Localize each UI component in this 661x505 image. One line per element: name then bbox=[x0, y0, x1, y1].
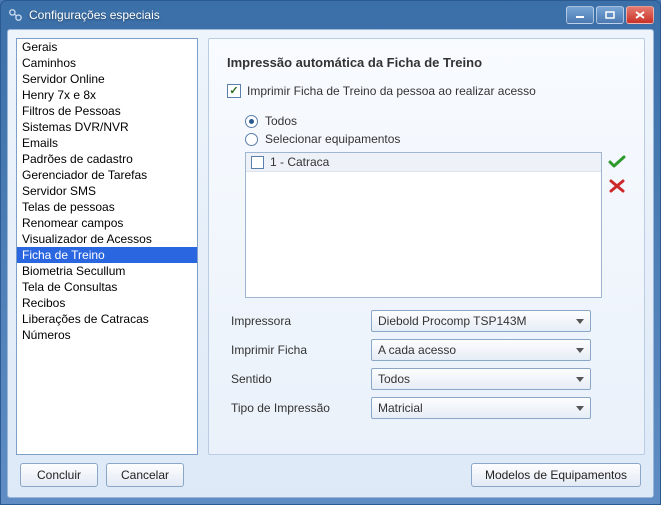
sidebar-item[interactable]: Números bbox=[17, 327, 197, 343]
print-type-combo[interactable]: Matricial bbox=[371, 397, 591, 419]
print-type-value: Matricial bbox=[378, 401, 423, 415]
finish-button[interactable]: Concluir bbox=[20, 463, 98, 487]
print-on-access-checkbox[interactable] bbox=[227, 84, 241, 98]
radio-select-equipment[interactable] bbox=[245, 133, 258, 146]
uncheck-all-icon[interactable] bbox=[608, 178, 626, 194]
sidebar-item[interactable]: Telas de pessoas bbox=[17, 199, 197, 215]
window: Configurações especiais GeraisCaminhosSe… bbox=[0, 0, 661, 505]
equipment-radio-group: Todos Selecionar equipamentos bbox=[245, 114, 626, 146]
window-controls bbox=[566, 6, 654, 24]
content-heading: Impressão automática da Ficha de Treino bbox=[227, 55, 626, 70]
maximize-button[interactable] bbox=[596, 6, 624, 24]
client-area: GeraisCaminhosServidor OnlineHenry 7x e … bbox=[7, 29, 654, 498]
bottom-bar: Concluir Cancelar Modelos de Equipamento… bbox=[16, 455, 645, 489]
app-icon bbox=[7, 7, 23, 23]
content-panel: Impressão automática da Ficha de Treino … bbox=[208, 38, 645, 455]
equipment-models-button[interactable]: Modelos de Equipamentos bbox=[471, 463, 641, 487]
direction-label: Sentido bbox=[231, 372, 371, 386]
printer-label: Impressora bbox=[231, 314, 371, 328]
radio-all-row: Todos bbox=[245, 114, 626, 128]
radio-select-row: Selecionar equipamentos bbox=[245, 132, 626, 146]
sidebar-item[interactable]: Visualizador de Acessos bbox=[17, 231, 197, 247]
print-on-access-row: Imprimir Ficha de Treino da pessoa ao re… bbox=[227, 84, 626, 98]
sidebar-item[interactable]: Sistemas DVR/NVR bbox=[17, 119, 197, 135]
sidebar-item[interactable]: Caminhos bbox=[17, 55, 197, 71]
equipment-list-wrap: 1 - Catraca bbox=[245, 152, 626, 298]
radio-all[interactable] bbox=[245, 115, 258, 128]
print-sheet-value: A cada acesso bbox=[378, 343, 456, 357]
sidebar-item[interactable]: Servidor SMS bbox=[17, 183, 197, 199]
sidebar-item[interactable]: Ficha de Treino bbox=[17, 247, 197, 263]
sidebar-item[interactable]: Recibos bbox=[17, 295, 197, 311]
sidebar[interactable]: GeraisCaminhosServidor OnlineHenry 7x e … bbox=[16, 38, 198, 455]
equipment-checkbox[interactable] bbox=[251, 156, 264, 169]
sidebar-item[interactable]: Filtros de Pessoas bbox=[17, 103, 197, 119]
sidebar-item[interactable]: Gerais bbox=[17, 39, 197, 55]
print-type-label: Tipo de Impressão bbox=[231, 401, 371, 415]
close-button[interactable] bbox=[626, 6, 654, 24]
print-on-access-label: Imprimir Ficha de Treino da pessoa ao re… bbox=[247, 84, 536, 98]
radio-all-label: Todos bbox=[265, 114, 297, 128]
direction-value: Todos bbox=[378, 372, 410, 386]
settings-form: Impressora Diebold Procomp TSP143M Impri… bbox=[231, 310, 626, 419]
cancel-button[interactable]: Cancelar bbox=[106, 463, 184, 487]
sidebar-item[interactable]: Emails bbox=[17, 135, 197, 151]
print-sheet-label: Imprimir Ficha bbox=[231, 343, 371, 357]
printer-combo[interactable]: Diebold Procomp TSP143M bbox=[371, 310, 591, 332]
printer-value: Diebold Procomp TSP143M bbox=[378, 314, 527, 328]
equipment-item[interactable]: 1 - Catraca bbox=[246, 153, 601, 172]
titlebar[interactable]: Configurações especiais bbox=[1, 1, 660, 29]
sidebar-item[interactable]: Liberações de Catracas bbox=[17, 311, 197, 327]
sidebar-item[interactable]: Gerenciador de Tarefas bbox=[17, 167, 197, 183]
window-title: Configurações especiais bbox=[29, 8, 566, 22]
sidebar-item[interactable]: Biometria Secullum bbox=[17, 263, 197, 279]
equipment-side-buttons bbox=[608, 152, 626, 194]
equipment-label: 1 - Catraca bbox=[270, 155, 329, 169]
check-all-icon[interactable] bbox=[608, 154, 626, 170]
sidebar-item[interactable]: Renomear campos bbox=[17, 215, 197, 231]
direction-combo[interactable]: Todos bbox=[371, 368, 591, 390]
minimize-button[interactable] bbox=[566, 6, 594, 24]
sidebar-item[interactable]: Padrões de cadastro bbox=[17, 151, 197, 167]
sidebar-item[interactable]: Servidor Online bbox=[17, 71, 197, 87]
print-sheet-combo[interactable]: A cada acesso bbox=[371, 339, 591, 361]
sidebar-item[interactable]: Henry 7x e 8x bbox=[17, 87, 197, 103]
sidebar-item[interactable]: Tela de Consultas bbox=[17, 279, 197, 295]
main-area: GeraisCaminhosServidor OnlineHenry 7x e … bbox=[16, 38, 645, 455]
equipment-listbox[interactable]: 1 - Catraca bbox=[245, 152, 602, 298]
radio-select-label: Selecionar equipamentos bbox=[265, 132, 400, 146]
